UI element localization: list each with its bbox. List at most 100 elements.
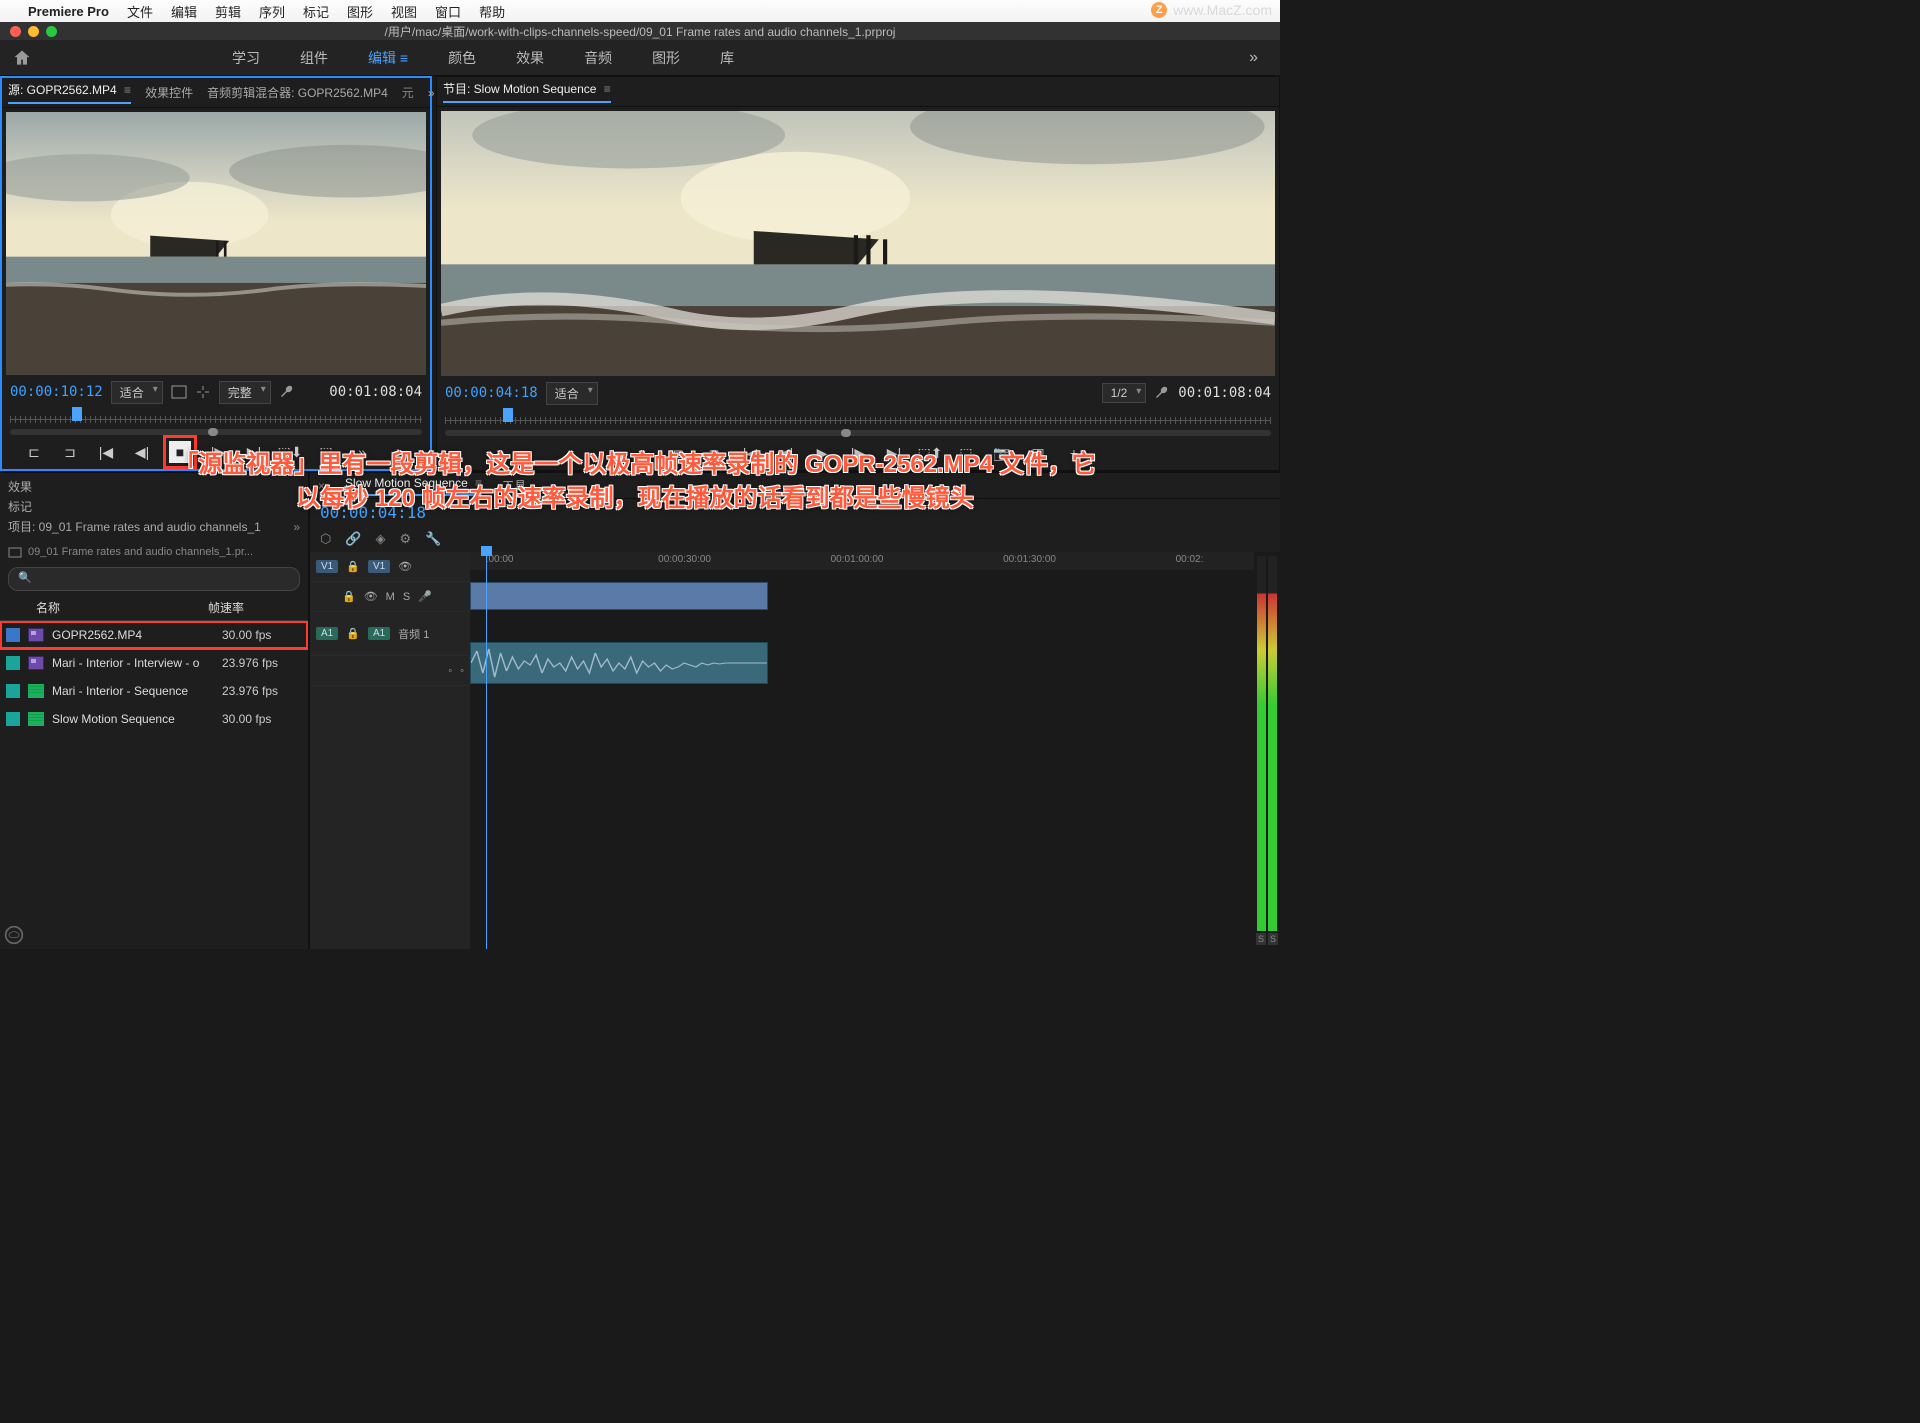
source-tab-extra[interactable]: 元 — [402, 84, 414, 101]
col-name[interactable]: 名称 — [10, 599, 208, 616]
export-frame-button[interactable]: 📷 — [993, 444, 1011, 462]
menu-graphics[interactable]: 图形 — [347, 2, 373, 21]
program-scrubber[interactable] — [445, 406, 1271, 436]
source-video-viewport[interactable] — [6, 112, 426, 375]
col-fps[interactable]: 帧速率 — [208, 599, 298, 616]
ws-tab-editing[interactable]: 编辑 ≡ — [368, 48, 408, 68]
source-playhead[interactable] — [72, 407, 82, 421]
step-back-button[interactable]: ◀| — [133, 443, 151, 461]
menu-view[interactable]: 视图 — [391, 2, 417, 21]
add-marker-button[interactable]: ▿ — [633, 444, 651, 462]
add-button[interactable]: + — [1065, 444, 1083, 462]
source-quality-select[interactable]: 完整 — [219, 381, 271, 404]
step-forward-button[interactable]: |▶ — [209, 443, 227, 461]
ws-tab-color[interactable]: 颜色 — [448, 48, 476, 68]
menu-clip[interactable]: 剪辑 — [215, 2, 241, 21]
ws-tab-libraries[interactable]: 库 — [720, 48, 734, 68]
close-button[interactable] — [10, 26, 21, 37]
mark-out-button[interactable]: ⊐ — [705, 444, 723, 462]
source-tab-source[interactable]: 源: GOPR2562.MP4 ≡ — [8, 81, 131, 104]
menu-edit[interactable]: 编辑 — [171, 2, 197, 21]
ws-tab-effects[interactable]: 效果 — [516, 48, 544, 68]
source-scrubber[interactable] — [10, 405, 422, 435]
creative-cloud-icon[interactable] — [4, 925, 24, 945]
source-tab-audio-mixer[interactable]: 音频剪辑混合器: GOPR2562.MP4 — [207, 84, 388, 101]
settings-icon[interactable]: ⚙ — [400, 531, 412, 547]
marker-icon[interactable]: ◈ — [376, 531, 386, 547]
bin-item[interactable]: GOPR2562.MP4 30.00 fps — [0, 621, 308, 649]
ws-tab-assembly[interactable]: 组件 — [300, 48, 328, 68]
ws-tab-audio[interactable]: 音频 — [584, 48, 612, 68]
ws-tab-learn[interactable]: 学习 — [232, 48, 260, 68]
wrench-icon[interactable] — [279, 384, 295, 400]
source-tabs-overflow[interactable]: » — [428, 86, 435, 100]
label-swatch[interactable] — [6, 712, 20, 726]
a1-target[interactable]: A1 — [368, 627, 390, 640]
extract-button[interactable]: ⬚ — [957, 444, 975, 462]
video-clip[interactable] — [470, 582, 768, 610]
export-frame-button[interactable]: » — [353, 443, 371, 461]
wrench-icon[interactable] — [1154, 385, 1170, 401]
menu-sequence[interactable]: 序列 — [259, 2, 285, 21]
mark-in-button[interactable]: ⊏ — [25, 443, 43, 461]
program-video-viewport[interactable] — [441, 111, 1275, 376]
snap-icon[interactable]: ⬡ — [320, 531, 331, 547]
maximize-button[interactable] — [46, 26, 57, 37]
menu-file[interactable]: 文件 — [127, 2, 153, 21]
tools-tab[interactable]: 工具 — [502, 477, 526, 494]
v1-source[interactable]: V1 — [316, 560, 338, 573]
go-to-out-button[interactable]: ▶| — [885, 444, 903, 462]
source-zoom-select[interactable]: 适合 — [111, 381, 163, 404]
settings-icon[interactable] — [171, 384, 187, 400]
menu-help[interactable]: 帮助 — [479, 2, 505, 21]
add-button[interactable]: + — [389, 443, 407, 461]
program-quality-select[interactable]: 1/2 — [1102, 383, 1147, 403]
program-zoom-select[interactable]: 适合 — [546, 382, 598, 405]
linked-selection-icon[interactable]: 🔗 — [345, 531, 361, 547]
bin-icon[interactable] — [8, 545, 22, 559]
play-stop-button[interactable]: ■ — [169, 441, 191, 463]
go-to-in-button[interactable]: |◀ — [97, 443, 115, 461]
mark-in-button[interactable]: ⊏ — [669, 444, 687, 462]
step-back-button[interactable]: ◀| — [777, 444, 795, 462]
step-forward-button[interactable]: |▶ — [849, 444, 867, 462]
timeline-tab[interactable]: Slow Motion Sequence ≡ — [345, 476, 482, 496]
search-input[interactable] — [8, 567, 300, 591]
menu-window[interactable]: 窗口 — [435, 2, 461, 21]
program-playhead[interactable] — [503, 408, 513, 422]
time-ruler[interactable]: :00:00 00:00:30:00 00:01:00:00 00:01:30:… — [470, 552, 1254, 570]
safe-margins-icon[interactable] — [195, 384, 211, 400]
panel-tab-project[interactable]: 项目: 09_01 Frame rates and audio channels… — [8, 517, 261, 537]
solo-r[interactable]: S — [1268, 933, 1278, 945]
comparison-button[interactable]: ◫ — [1029, 444, 1047, 462]
app-name[interactable]: Premiere Pro — [28, 4, 109, 19]
timeline-timecode[interactable]: 00:00:04:18 — [310, 499, 1280, 526]
source-tab-effect-controls[interactable]: 效果控件 — [145, 84, 193, 101]
go-to-out-button[interactable]: ▶| — [245, 443, 263, 461]
mute-button[interactable]: M — [386, 591, 395, 603]
insert-button[interactable]: ⬚⬇ — [281, 443, 299, 461]
overwrite-button[interactable]: ⬚ — [317, 443, 335, 461]
audio-clip[interactable] — [470, 642, 768, 684]
workspace-overflow[interactable]: » — [1249, 49, 1268, 67]
wrench-icon[interactable]: 🔧 — [425, 531, 441, 547]
solo-l[interactable]: S — [1256, 933, 1266, 945]
voice-over-icon[interactable]: 🎤 — [418, 590, 432, 603]
expand-icon[interactable]: ◦ — [448, 665, 452, 677]
label-swatch[interactable] — [6, 628, 20, 642]
bin-item[interactable]: Mari - Interior - Interview - o 23.976 f… — [0, 649, 308, 677]
program-tab[interactable]: 节目: Slow Motion Sequence ≡ — [443, 80, 611, 103]
lift-button[interactable]: ⬚⬆ — [921, 444, 939, 462]
ws-tab-graphics[interactable]: 图形 — [652, 48, 680, 68]
source-current-timecode[interactable]: 00:00:10:12 — [10, 384, 103, 400]
collapse-icon[interactable]: ◦ — [460, 665, 464, 677]
a1-source[interactable]: A1 — [316, 627, 338, 640]
program-current-timecode[interactable]: 00:00:04:18 — [445, 385, 538, 401]
minimize-button[interactable] — [28, 26, 39, 37]
panel-tab-effects[interactable]: 效果 — [8, 477, 32, 497]
home-icon[interactable] — [12, 48, 32, 68]
bin-item[interactable]: Mari - Interior - Sequence 23.976 fps — [0, 677, 308, 705]
timeline-content[interactable]: :00:00 00:00:30:00 00:01:00:00 00:01:30:… — [470, 552, 1254, 949]
timeline-playhead[interactable] — [486, 552, 487, 949]
menu-marker[interactable]: 标记 — [303, 2, 329, 21]
